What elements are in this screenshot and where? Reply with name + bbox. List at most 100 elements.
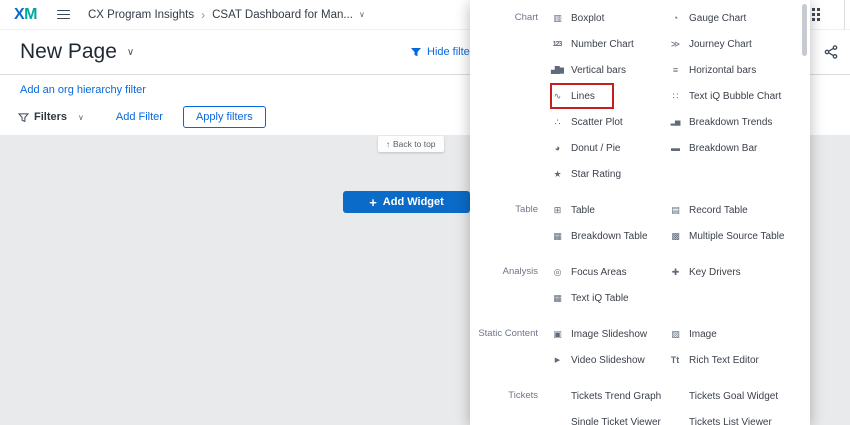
widget-item-focus-areas[interactable]: ◎ Focus Areas <box>550 259 668 285</box>
widget-item-label: Multiple Source Table <box>689 231 784 242</box>
widget-item-breakdown-table[interactable]: ▦ Breakdown Table <box>550 223 668 249</box>
widget-item-donut-pie[interactable]: ◕ Donut / Pie <box>550 135 668 161</box>
menu-section-chart: Chart ▥ Boxplot ◔ Gauge Chart 123 Number… <box>470 5 810 187</box>
breakdown-table-icon: ▦ <box>550 231 564 242</box>
widget-item-label: Image Slideshow <box>571 329 647 340</box>
image-icon: ▨ <box>668 329 682 340</box>
widget-item-text-iq-table[interactable]: ▦ Text iQ Table <box>550 285 668 311</box>
app-window: XM CX Program Insights › CSAT Dashboard … <box>0 0 850 425</box>
section-label-static-content: Static Content <box>470 321 550 373</box>
widget-item-label: Single Ticket Viewer <box>571 417 661 425</box>
widget-item-label: Number Chart <box>571 39 634 50</box>
widget-item-gauge-chart[interactable]: ◔ Gauge Chart <box>668 5 786 31</box>
widget-item-label: Breakdown Trends <box>689 117 772 128</box>
widget-item-key-drivers[interactable]: ✚ Key Drivers <box>668 259 786 285</box>
widget-item-label: Boxplot <box>571 13 604 24</box>
widget-item-table[interactable]: ⊞ Table <box>550 197 668 223</box>
widget-item-label: Rich Text Editor <box>689 355 759 366</box>
filters-label: Filters <box>34 111 67 123</box>
breadcrumb-dashboard[interactable]: CSAT Dashboard for Man... <box>212 9 353 21</box>
video-slideshow-icon: ▶ <box>550 356 564 364</box>
widget-item-label: Scatter Plot <box>571 117 623 128</box>
record-table-icon: ▤ <box>668 205 682 216</box>
breadcrumb-program[interactable]: CX Program Insights <box>88 9 194 21</box>
hide-filters-button[interactable]: Hide filters <box>410 30 479 74</box>
breadcrumb: CX Program Insights › CSAT Dashboard for… <box>88 8 365 22</box>
table-icon: ⊞ <box>550 205 564 216</box>
xm-logo: XM <box>14 6 37 24</box>
widget-item-breakdown-trends[interactable]: ▂▅ Breakdown Trends <box>668 109 786 135</box>
widget-item-boxplot[interactable]: ▥ Boxplot <box>550 5 668 31</box>
vertical-bars-icon: ▄█▆ <box>550 66 564 74</box>
widget-item-text-iq-bubble-chart[interactable]: ∷ Text iQ Bubble Chart <box>668 83 786 109</box>
widget-item-record-table[interactable]: ▤ Record Table <box>668 197 786 223</box>
widget-item-label: Horizontal bars <box>689 65 756 76</box>
widget-item-tickets-goal-widget[interactable]: Tickets Goal Widget <box>668 383 786 409</box>
hamburger-menu-icon[interactable] <box>57 10 70 20</box>
filter-funnel-icon <box>18 112 29 123</box>
back-to-top-label: Back to top <box>393 139 436 149</box>
back-to-top-button[interactable]: ↑Back to top <box>378 136 444 152</box>
widget-item-video-slideshow[interactable]: ▶ Video Slideshow <box>550 347 668 373</box>
section-label-table: Table <box>470 197 550 249</box>
widget-item-label: Star Rating <box>571 169 621 180</box>
lines-icon: ∿ <box>550 91 564 102</box>
widget-item-label: Focus Areas <box>571 267 627 278</box>
apply-filters-button[interactable]: Apply filters <box>183 106 266 128</box>
widget-item-tickets-trend-graph[interactable]: Tickets Trend Graph <box>550 383 668 409</box>
horizontal-bars-icon: ≡ <box>668 65 682 75</box>
widget-item-label: Video Slideshow <box>571 355 645 366</box>
breakdown-bar-icon: ▬ <box>668 143 682 153</box>
widget-item-label: Journey Chart <box>689 39 752 50</box>
donut-pie-icon: ◕ <box>550 143 564 153</box>
up-arrow-icon: ↑ <box>386 140 390 149</box>
widget-item-rich-text-editor[interactable]: Tt Rich Text Editor <box>668 347 786 373</box>
widget-item-multiple-source-table[interactable]: ▩ Multiple Source Table <box>668 223 786 249</box>
filters-toggle[interactable]: Filters ∨ <box>18 111 84 123</box>
widget-item-label: Donut / Pie <box>571 143 620 154</box>
widget-item-label: Record Table <box>689 205 748 216</box>
page-title-chevron-down-icon[interactable]: ∨ <box>127 47 134 58</box>
widget-item-horizontal-bars[interactable]: ≡ Horizontal bars <box>668 57 786 83</box>
share-button[interactable] <box>824 30 838 74</box>
widget-item-scatter-plot[interactable]: ∴ Scatter Plot <box>550 109 668 135</box>
widget-item-single-ticket-viewer[interactable]: Single Ticket Viewer <box>550 409 668 425</box>
text-iq-table-icon: ▦ <box>550 293 564 304</box>
widget-item-label: Vertical bars <box>571 65 626 76</box>
widget-item-label: Breakdown Bar <box>689 143 757 154</box>
widget-item-image-slideshow[interactable]: ▣ Image Slideshow <box>550 321 668 347</box>
widget-item-label: Image <box>689 329 717 340</box>
plus-icon: + <box>369 196 377 209</box>
hide-filters-funnel-icon <box>410 46 422 58</box>
widget-item-star-rating[interactable]: ★ Star Rating <box>550 161 668 187</box>
journey-chart-icon: ≫ <box>668 39 682 50</box>
widget-item-vertical-bars[interactable]: ▄█▆ Vertical bars <box>550 57 668 83</box>
widget-item-journey-chart[interactable]: ≫ Journey Chart <box>668 31 786 57</box>
org-hierarchy-filter-link[interactable]: Add an org hierarchy filter <box>20 84 146 96</box>
widget-item-number-chart[interactable]: 123 Number Chart <box>550 31 668 57</box>
scatter-plot-icon: ∴ <box>550 117 564 128</box>
number-chart-icon: 123 <box>550 41 564 48</box>
widget-item-lines[interactable]: ∿ Lines <box>550 83 668 109</box>
menu-section-static-content: Static Content ▣ Image Slideshow ▨ Image… <box>470 321 810 373</box>
boxplot-icon: ▥ <box>550 13 564 24</box>
add-filter-link[interactable]: Add Filter <box>116 111 163 123</box>
widget-item-label: Key Drivers <box>689 267 741 278</box>
breadcrumb-separator: › <box>201 8 205 22</box>
page-title: New Page <box>20 40 117 64</box>
share-icon <box>824 45 838 59</box>
add-widget-label: Add Widget <box>383 196 444 208</box>
section-label-analysis: Analysis <box>470 259 550 311</box>
widget-item-tickets-list-viewer[interactable]: Tickets List Viewer <box>668 409 786 425</box>
add-widget-button[interactable]: + Add Widget <box>343 191 470 213</box>
widget-item-label: Tickets Trend Graph <box>571 391 661 402</box>
widget-item-image[interactable]: ▨ Image <box>668 321 786 347</box>
widget-item-label: Lines <box>571 91 595 102</box>
image-slideshow-icon: ▣ <box>550 329 564 340</box>
widget-item-breakdown-bar[interactable]: ▬ Breakdown Bar <box>668 135 786 161</box>
section-label-tickets: Tickets <box>470 383 550 425</box>
topbar-divider <box>844 0 845 30</box>
menu-scrollbar[interactable] <box>802 4 807 56</box>
gauge-chart-icon: ◔ <box>668 13 682 23</box>
chevron-down-icon[interactable]: ∨ <box>359 10 365 19</box>
